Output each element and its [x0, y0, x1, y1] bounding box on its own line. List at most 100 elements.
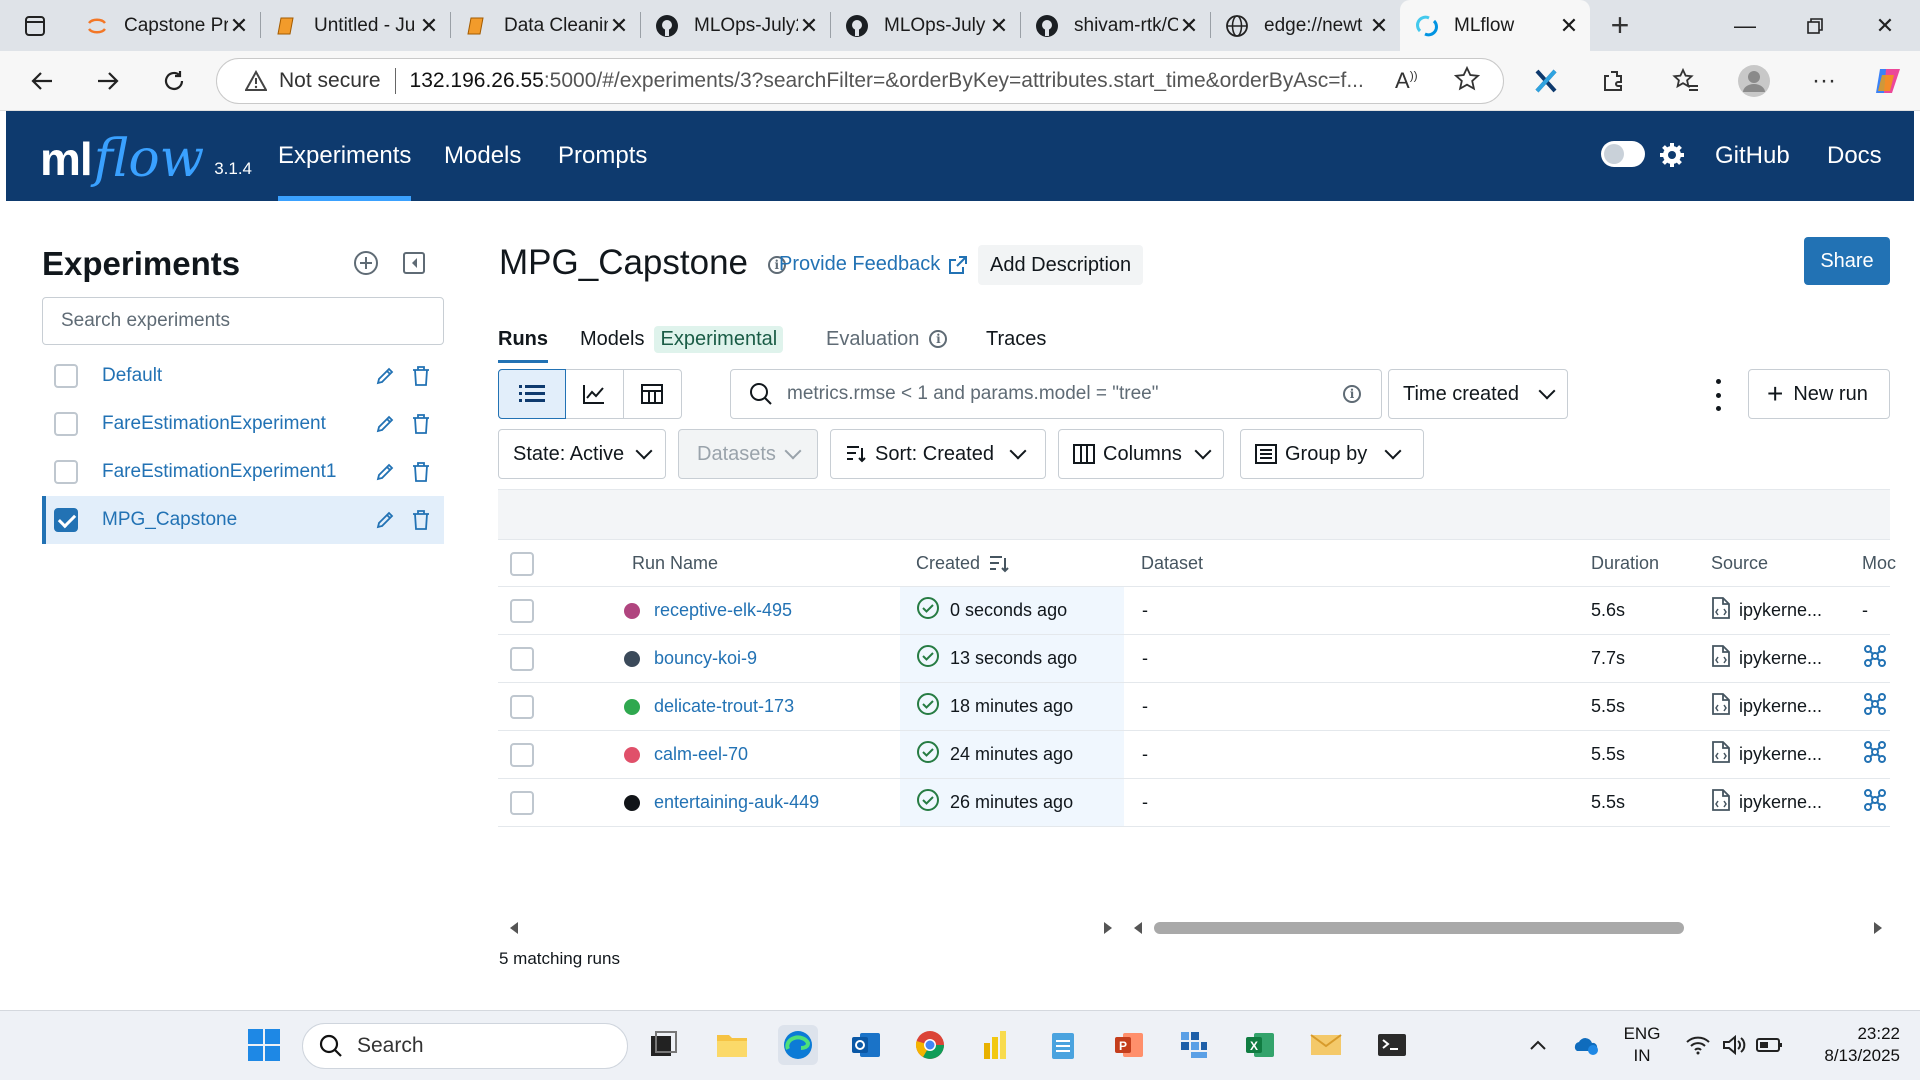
- pencil-icon[interactable]: [372, 459, 398, 485]
- notepad-icon[interactable]: [1043, 1025, 1083, 1065]
- table-row[interactable]: calm-eel-70 24 minutes ago - 5.5s ipykerne..…: [498, 731, 1890, 779]
- browser-tab[interactable]: MLOps-July2 ✕: [640, 0, 830, 51]
- select-all-checkbox[interactable]: [510, 551, 534, 576]
- chart-view-icon[interactable]: [566, 370, 624, 418]
- security-label[interactable]: Not secure: [279, 69, 381, 93]
- browser-tab[interactable]: MLOps-July ✕: [830, 0, 1020, 51]
- nav-experiments[interactable]: Experiments: [278, 111, 412, 201]
- nav-prompts[interactable]: Prompts: [558, 111, 647, 201]
- refresh-icon[interactable]: [152, 59, 196, 103]
- language-indicator[interactable]: ENG IN: [1622, 1023, 1662, 1067]
- tab-runs[interactable]: Runs: [498, 321, 548, 363]
- trash-icon[interactable]: [408, 459, 434, 485]
- run-name-link[interactable]: bouncy-koi-9: [654, 648, 757, 669]
- edge-browser-icon[interactable]: [778, 1025, 818, 1065]
- experiment-item-default[interactable]: Default: [42, 352, 444, 400]
- pencil-icon[interactable]: [372, 363, 398, 389]
- task-view-icon[interactable]: [643, 1025, 683, 1065]
- run-color-dot[interactable]: [624, 698, 640, 715]
- row-checkbox[interactable]: [510, 694, 534, 719]
- run-name-link[interactable]: delicate-trout-173: [654, 696, 794, 717]
- address-input[interactable]: Not secure 132.196.26.55:5000/#/experime…: [216, 58, 1504, 104]
- mail-icon[interactable]: [1306, 1025, 1346, 1065]
- table-row[interactable]: delicate-trout-173 18 minutes ago - 5.5s ipy…: [498, 683, 1890, 731]
- copilot-icon[interactable]: [1868, 61, 1908, 101]
- row-checkbox[interactable]: [510, 598, 534, 623]
- onedrive-icon[interactable]: [1566, 1025, 1606, 1065]
- favorite-star-icon[interactable]: [1453, 65, 1481, 99]
- back-icon[interactable]: [20, 59, 64, 103]
- horizontal-scrollbar-left[interactable]: [506, 918, 1116, 938]
- pencil-icon[interactable]: [372, 507, 398, 533]
- experiment-checkbox[interactable]: [54, 412, 78, 436]
- power-bi-icon[interactable]: [975, 1025, 1015, 1065]
- experiment-name[interactable]: Default: [102, 365, 372, 387]
- list-view-icon[interactable]: [498, 369, 566, 419]
- columns-dropdown[interactable]: Columns: [1058, 429, 1224, 479]
- browser-tab[interactable]: Untitled - Ju ✕: [260, 0, 450, 51]
- close-icon[interactable]: ✕: [798, 13, 820, 38]
- browser-tab[interactable]: Data Cleanin ✕: [450, 0, 640, 51]
- table-row[interactable]: bouncy-koi-9 13 seconds ago - 7.7s ipykerne.…: [498, 635, 1890, 683]
- share-button[interactable]: Share: [1804, 237, 1890, 285]
- pencil-icon[interactable]: [372, 411, 398, 437]
- column-duration[interactable]: Duration: [1591, 540, 1659, 587]
- nav-github[interactable]: GitHub: [1715, 111, 1790, 201]
- model-icon[interactable]: [1862, 691, 1888, 722]
- horizontal-scrollbar-right[interactable]: [1130, 918, 1886, 938]
- close-icon[interactable]: ✕: [1178, 13, 1200, 38]
- nav-docs[interactable]: Docs: [1827, 111, 1882, 201]
- experiment-item-fareestimation1[interactable]: FareEstimationExperiment1: [42, 448, 444, 496]
- search-experiments-input[interactable]: Search experiments: [42, 297, 444, 345]
- browser-tab[interactable]: edge://newt ✕: [1210, 0, 1400, 51]
- mlflow-logo[interactable]: ml flow 3.1.4: [40, 123, 252, 189]
- column-created[interactable]: Created: [916, 540, 1010, 587]
- browser-tab[interactable]: shivam-rtk/C ✕: [1020, 0, 1210, 51]
- column-dataset[interactable]: Dataset: [1141, 540, 1203, 587]
- experiment-checkbox[interactable]: [54, 364, 78, 388]
- close-icon[interactable]: ✕: [1368, 13, 1390, 38]
- tab-traces[interactable]: Traces: [986, 321, 1046, 357]
- more-options-icon[interactable]: [1706, 379, 1730, 411]
- minimize-icon[interactable]: —: [1710, 0, 1780, 51]
- new-run-button[interactable]: + New run: [1748, 369, 1890, 419]
- run-name-link[interactable]: receptive-elk-495: [654, 600, 792, 621]
- provide-feedback-link[interactable]: Provide Feedback: [779, 253, 968, 276]
- source-value[interactable]: ipykerne...: [1739, 648, 1822, 669]
- group-by-dropdown[interactable]: Group by: [1240, 429, 1424, 479]
- collapse-sidebar-icon[interactable]: [400, 249, 428, 277]
- wifi-icon[interactable]: [1678, 1025, 1718, 1065]
- window-close-icon[interactable]: ✕: [1850, 0, 1920, 51]
- tab-models[interactable]: Models Experimental: [580, 321, 784, 357]
- datasets-dropdown[interactable]: Datasets: [678, 429, 818, 479]
- forward-icon[interactable]: [86, 59, 130, 103]
- dark-mode-toggle[interactable]: [1601, 141, 1645, 167]
- add-description-button[interactable]: Add Description: [978, 245, 1144, 285]
- favorites-icon[interactable]: [1666, 61, 1706, 101]
- experiment-item-mpg-capstone[interactable]: MPG_Capstone: [42, 496, 444, 544]
- read-aloud-icon[interactable]: A)): [1395, 68, 1418, 94]
- run-name-link[interactable]: entertaining-auk-449: [654, 792, 819, 813]
- nav-models[interactable]: Models: [444, 111, 521, 201]
- source-value[interactable]: ipykerne...: [1739, 744, 1822, 765]
- column-run-name[interactable]: Run Name: [632, 540, 718, 587]
- table-row[interactable]: entertaining-auk-449 26 minutes ago - 5.5s i…: [498, 779, 1890, 827]
- url-text[interactable]: 132.196.26.55:5000/#/experiments/3?searc…: [410, 69, 1370, 93]
- source-value[interactable]: ipykerne...: [1739, 600, 1822, 621]
- more-menu-icon[interactable]: ···: [1804, 61, 1844, 101]
- battery-icon[interactable]: [1750, 1025, 1790, 1065]
- trash-icon[interactable]: [408, 507, 434, 533]
- close-icon[interactable]: ✕: [988, 13, 1010, 38]
- source-value[interactable]: ipykerne...: [1739, 696, 1822, 717]
- browser-tab[interactable]: Capstone Pr ✕: [70, 0, 260, 51]
- trash-icon[interactable]: [408, 411, 434, 437]
- experiment-name[interactable]: FareEstimationExperiment1: [102, 461, 372, 483]
- file-explorer-icon[interactable]: [712, 1025, 752, 1065]
- experiment-checkbox[interactable]: [54, 508, 78, 532]
- model-icon[interactable]: [1862, 739, 1888, 770]
- extensions-icon[interactable]: [1594, 61, 1634, 101]
- volume-icon[interactable]: [1714, 1025, 1754, 1065]
- row-checkbox[interactable]: [510, 646, 534, 671]
- row-checkbox[interactable]: [510, 742, 534, 767]
- info-icon[interactable]: i: [929, 330, 948, 348]
